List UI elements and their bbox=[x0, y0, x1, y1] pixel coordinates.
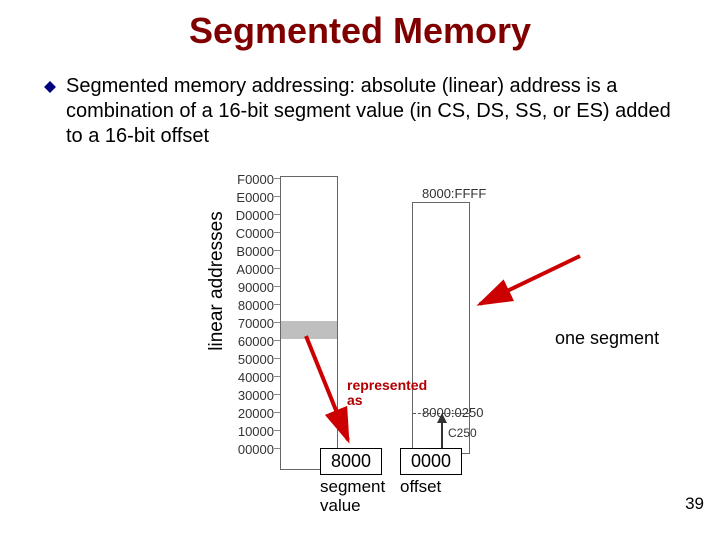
offset-caption: offset bbox=[400, 478, 460, 497]
one-segment-label: one segment bbox=[555, 328, 659, 349]
represented-as-label: represented as bbox=[347, 378, 427, 409]
tick-70000: 70000 bbox=[230, 316, 274, 331]
highlighted-segment-80000 bbox=[281, 321, 337, 339]
tick-40000: 40000 bbox=[230, 370, 274, 385]
tick-D0000: D0000 bbox=[230, 208, 274, 223]
tick-10000: 10000 bbox=[230, 424, 274, 439]
bullet-row: Segmented memory addressing: absolute (l… bbox=[44, 74, 692, 149]
linear-memory-column bbox=[280, 176, 338, 470]
tick-C0000: C0000 bbox=[230, 226, 274, 241]
slide-title: Segmented Memory bbox=[0, 10, 720, 52]
offset-value-box: 0000 bbox=[400, 448, 462, 475]
tick-E0000: E0000 bbox=[230, 190, 274, 205]
tick-50000: 50000 bbox=[230, 352, 274, 367]
tick-30000: 30000 bbox=[230, 388, 274, 403]
tick-A0000: A0000 bbox=[230, 262, 274, 277]
tick-60000: 60000 bbox=[230, 334, 274, 349]
tick-B0000: B0000 bbox=[230, 244, 274, 259]
tick-80000: 80000 bbox=[230, 298, 274, 313]
memory-diagram: F0000 E0000 D0000 C0000 B0000 A0000 9000… bbox=[222, 170, 472, 490]
segment-value-caption: segment value bbox=[320, 478, 395, 515]
slide: Segmented Memory Segmented memory addres… bbox=[0, 0, 720, 540]
segment-mid-label: 8000:0250 bbox=[422, 405, 483, 420]
tick-F0000: F0000 bbox=[230, 172, 274, 187]
tick-20000: 20000 bbox=[230, 406, 274, 421]
bullet-text: Segmented memory addressing: absolute (l… bbox=[66, 74, 692, 149]
diamond-bullet-icon bbox=[44, 80, 56, 92]
tick-90000: 90000 bbox=[230, 280, 274, 295]
segment-linear-code: C250 bbox=[448, 426, 477, 440]
segment-top-label: 8000:FFFF bbox=[422, 186, 486, 201]
red-arrow-one-segment-icon bbox=[470, 244, 590, 324]
segment-value-box: 8000 bbox=[320, 448, 382, 475]
tick-00000: 00000 bbox=[230, 442, 274, 457]
page-number: 39 bbox=[685, 494, 704, 514]
